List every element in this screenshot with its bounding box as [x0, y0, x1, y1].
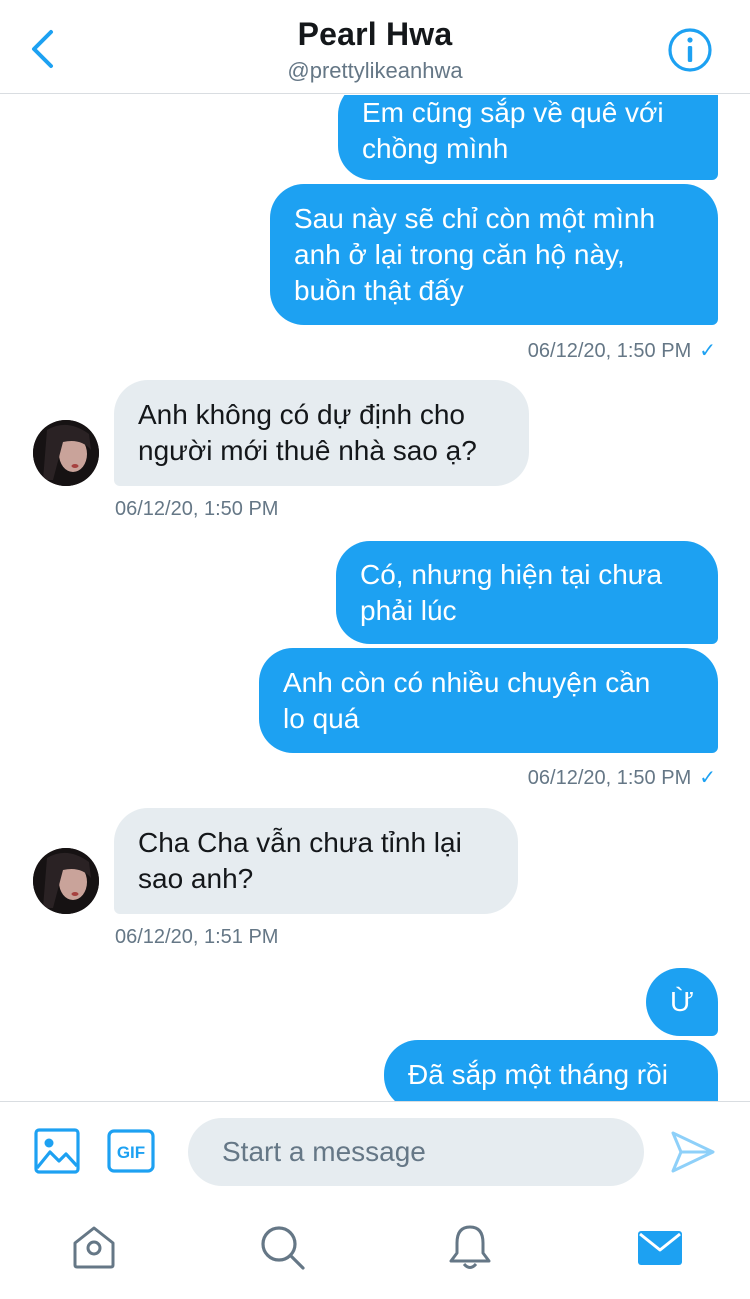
incoming-message[interactable]: Cha Cha vẫn chưa tỉnh lại sao anh?	[114, 808, 518, 914]
timestamp-text: 06/12/20, 1:50 PM	[527, 340, 692, 362]
message-line: chồng mình	[362, 132, 509, 164]
add-gif-button[interactable]: GIF	[107, 1129, 155, 1173]
outgoing-message[interactable]: Đã sắp một tháng rồi	[384, 1040, 718, 1101]
message-timestamp: 06/12/20, 1:50 PM ✓	[528, 765, 716, 790]
message-timestamp: 06/12/20, 1:50 PM ✓	[528, 338, 716, 363]
message-line: lo quá	[283, 702, 360, 734]
search-icon	[261, 1226, 305, 1270]
conversation-handle[interactable]: @prettylikeanhwa	[0, 58, 750, 84]
message-line: Anh không có dự định cho	[138, 399, 465, 430]
incoming-message[interactable]: Anh không có dự định cho người mới thuê …	[114, 380, 529, 486]
message-line: Ừ	[670, 986, 694, 1017]
send-button[interactable]	[670, 1130, 716, 1174]
tab-search[interactable]	[258, 1223, 306, 1271]
avatar[interactable]	[33, 420, 99, 486]
gif-label: GIF	[117, 1143, 145, 1162]
conversation-header: Pearl Hwa @prettylikeanhwa	[0, 0, 750, 94]
message-timestamp: 06/12/20, 1:51 PM	[115, 926, 279, 948]
home-icon	[73, 1226, 115, 1269]
outgoing-message[interactable]: Anh còn có nhiều chuyện cần lo quá	[259, 648, 718, 753]
read-check-icon: ✓	[699, 340, 716, 362]
message-line: buồn thật đấy	[294, 274, 464, 306]
outgoing-message[interactable]: Em cũng sắp về quê với chồng mình	[338, 95, 718, 180]
tab-notifications[interactable]	[446, 1223, 494, 1271]
outgoing-message[interactable]: Sau này sẽ chỉ còn một mình anh ở lại tr…	[270, 184, 718, 325]
message-line: anh ở lại trong căn hộ này,	[294, 238, 625, 270]
avatar-image	[33, 848, 99, 914]
image-icon	[34, 1128, 80, 1174]
add-image-button[interactable]	[34, 1128, 80, 1174]
message-line: phải lúc	[360, 594, 457, 626]
info-button[interactable]	[666, 26, 714, 74]
avatar-image	[33, 420, 99, 486]
tab-home[interactable]	[70, 1223, 118, 1271]
message-line: người mới thuê nhà sao ạ?	[138, 435, 477, 466]
gif-icon: GIF	[107, 1129, 155, 1173]
message-line: Sau này sẽ chỉ còn một mình	[294, 202, 656, 234]
message-line: Em cũng sắp về quê với	[362, 96, 664, 128]
bottom-tab-bar	[0, 1201, 750, 1299]
outgoing-message[interactable]: Có, nhưng hiện tại chưa phải lúc	[336, 541, 718, 644]
message-composer: GIF	[0, 1101, 750, 1201]
outgoing-message[interactable]: Ừ	[646, 968, 718, 1036]
tab-messages[interactable]	[636, 1223, 684, 1271]
message-timestamp: 06/12/20, 1:50 PM	[115, 498, 279, 520]
timestamp-text: 06/12/20, 1:50 PM	[527, 767, 692, 789]
send-icon	[671, 1131, 715, 1173]
avatar[interactable]	[33, 848, 99, 914]
mail-icon	[638, 1231, 682, 1265]
message-line: sao anh?	[138, 863, 254, 894]
message-line: Cha Cha vẫn chưa tỉnh lại	[138, 827, 462, 858]
bell-icon	[449, 1225, 491, 1269]
message-line: Anh còn có nhiều chuyện cần	[283, 666, 651, 698]
read-check-icon: ✓	[699, 767, 716, 789]
info-icon	[668, 28, 712, 72]
conversation-title[interactable]: Pearl Hwa	[0, 16, 750, 53]
message-line: Đã sắp một tháng rồi	[408, 1059, 668, 1090]
message-thread[interactable]: Em cũng sắp về quê với chồng mình Sau nà…	[0, 95, 750, 1101]
message-input[interactable]	[188, 1118, 644, 1186]
message-line: Có, nhưng hiện tại chưa	[360, 558, 663, 590]
